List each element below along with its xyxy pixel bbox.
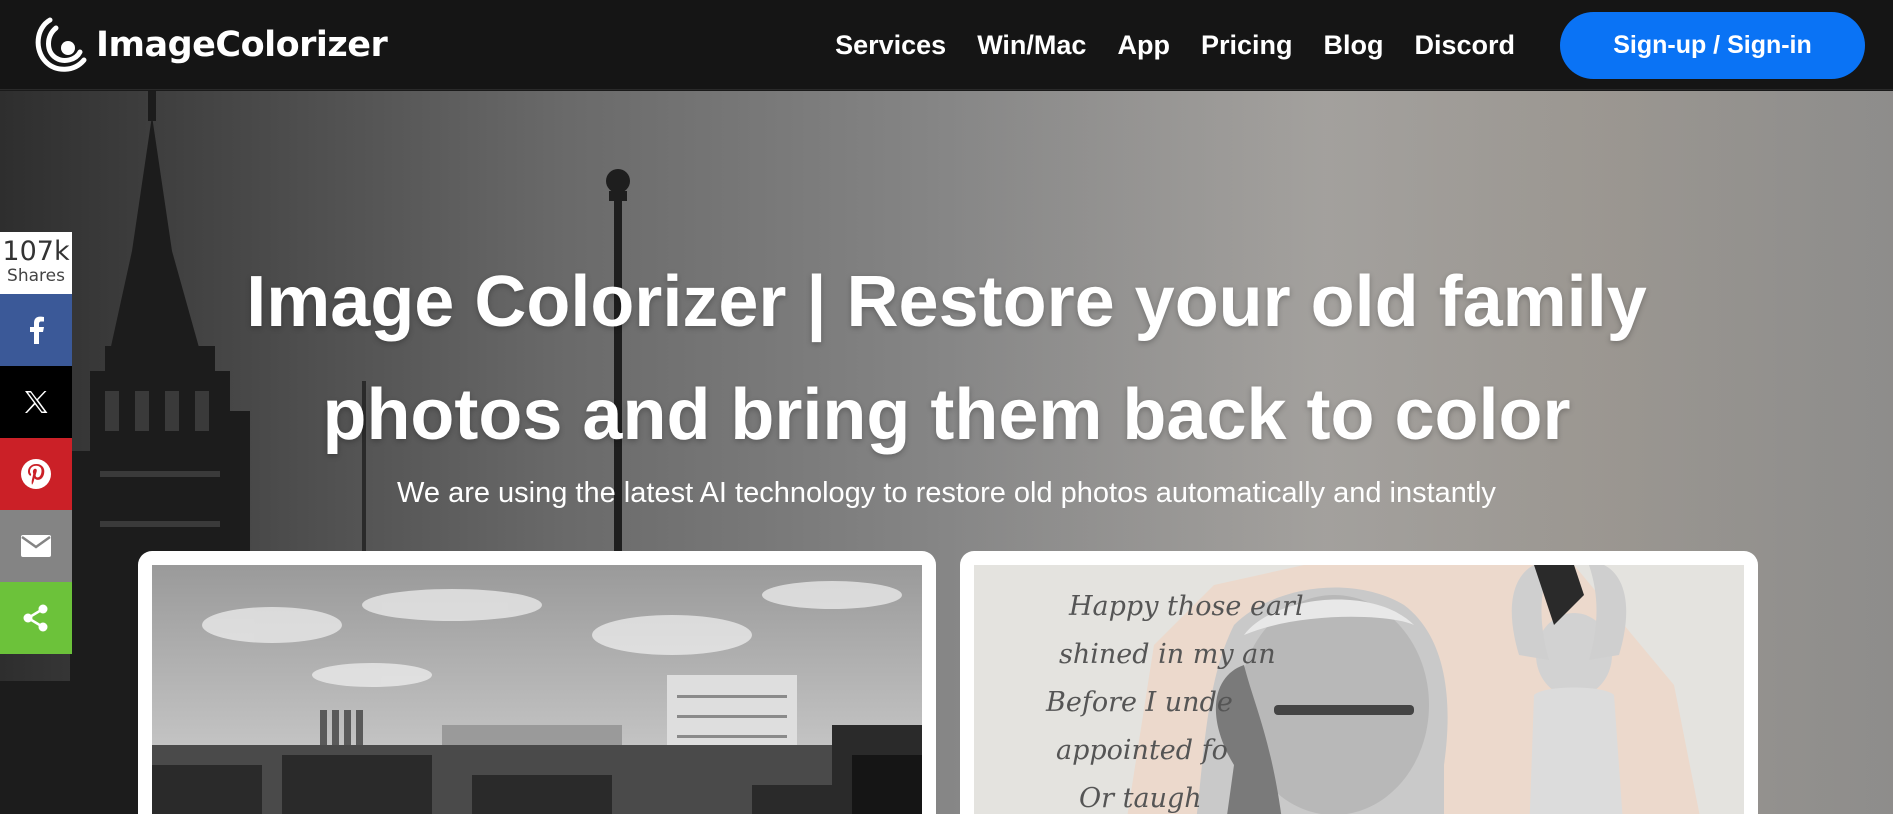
top-navbar: ImageColorizer Services Win/Mac App Pric… (0, 0, 1893, 90)
nav-discord[interactable]: Discord (1414, 30, 1515, 61)
nav-blog[interactable]: Blog (1323, 30, 1383, 61)
city-photo (152, 565, 922, 814)
poem-line-2: shined in my an (1059, 639, 1276, 670)
x-share-button[interactable] (0, 366, 72, 438)
nav-win-mac[interactable]: Win/Mac (977, 30, 1086, 61)
share-counter: 107k Shares (0, 232, 72, 294)
email-share-button[interactable] (0, 510, 72, 582)
pinterest-share-button[interactable] (0, 438, 72, 510)
example-card-portrait[interactable]: Happy those earl shined in my an Before … (960, 551, 1758, 814)
share-count: 107k (2, 236, 70, 267)
x-icon (25, 391, 48, 413)
social-share-bar: 107k Shares (0, 232, 72, 654)
signup-signin-button[interactable]: Sign-up / Sign-in (1560, 12, 1865, 79)
hero-title: Image Colorizer | Restore your old famil… (140, 246, 1753, 472)
hero-title-line-2: photos and bring them back to color (322, 375, 1571, 455)
facebook-share-button[interactable] (0, 294, 72, 366)
example-card-city[interactable] (138, 551, 936, 814)
logo-icon (35, 17, 87, 72)
logo-text: ImageColorizer (96, 25, 388, 65)
city-photo-image (152, 565, 922, 814)
main-nav: Services Win/Mac App Pricing Blog Discor… (835, 0, 1515, 90)
logo[interactable]: ImageColorizer (30, 14, 388, 76)
more-share-button[interactable] (0, 582, 72, 654)
hero-title-line-1: Image Colorizer | Restore your old famil… (246, 262, 1647, 342)
hero-subtitle: We are using the latest AI technology to… (397, 477, 1496, 509)
portrait-collage: Happy those earl shined in my an Before … (974, 565, 1744, 814)
hero-section: Image Colorizer | Restore your old famil… (0, 91, 1893, 814)
nav-pricing[interactable]: Pricing (1201, 30, 1293, 61)
facebook-icon (30, 316, 44, 344)
poem-line-3: Before I unde (1045, 687, 1233, 718)
nav-services[interactable]: Services (835, 30, 946, 61)
portrait-collage-image: Happy those earl shined in my an Before … (974, 565, 1744, 814)
poem-line-4: appointed fo (1056, 735, 1228, 766)
poem-line-1: Happy those earl (1068, 591, 1304, 622)
pinterest-icon (21, 459, 51, 489)
share-count-label: Shares (7, 266, 65, 286)
share-icon (23, 604, 48, 632)
nav-app[interactable]: App (1117, 30, 1169, 61)
mail-icon (21, 535, 51, 557)
poem-line-5: Or taugh (1079, 783, 1202, 814)
